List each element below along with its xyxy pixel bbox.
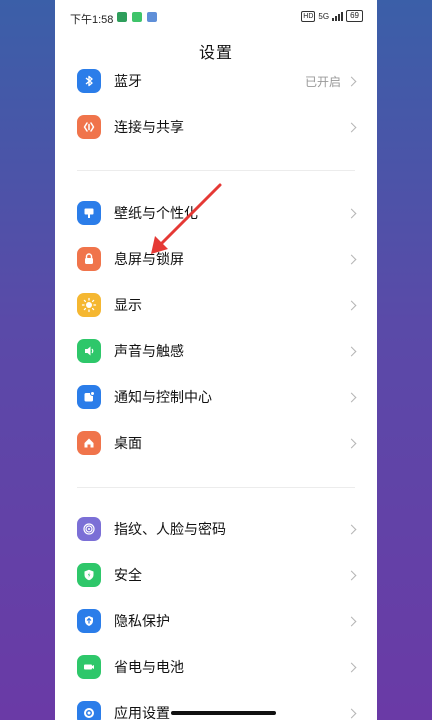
chevron-right-icon [346,438,357,448]
chevron-right-icon [346,76,357,86]
home-icon [77,431,101,455]
battery-icon: 69 [346,10,363,22]
settings-item-label: 蓝牙 [114,74,142,90]
lock-icon [77,247,101,271]
settings-item-desktop[interactable]: 桌面 [55,421,377,465]
settings-item-label: 隐私保护 [114,614,170,630]
settings-item-privacy[interactable]: 隐私保护 [55,599,377,643]
app-settings-icon [77,701,101,720]
settings-item-label: 指纹、人脸与密码 [114,522,226,538]
chevron-right-icon [346,392,357,402]
settings-item-connection[interactable]: 连接与共享 [55,105,377,149]
signal-icon [332,11,344,21]
settings-item-display[interactable]: 显示 [55,283,377,327]
settings-item-bluetooth[interactable]: 蓝牙 已开启 [55,59,377,103]
settings-item-app-settings[interactable]: 应用设置 [55,691,377,720]
settings-item-battery[interactable]: 省电与电池 [55,645,377,689]
group-divider [77,170,355,171]
chevron-right-icon [346,122,357,132]
chevron-right-icon [346,524,357,534]
settings-item-notifications[interactable]: 通知与控制中心 [55,375,377,419]
settings-item-label: 显示 [114,298,142,314]
settings-item-label: 桌面 [114,436,142,452]
connection-icon [77,115,101,139]
settings-screen: 下午1:58 HD 5G 69 设置 蓝牙 已开启 连接与共享 壁纸与个性化 息… [55,0,377,720]
status-time: 下午1:58 [70,14,114,26]
chevron-right-icon [346,254,357,264]
settings-item-label: 安全 [114,568,142,584]
sound-icon [77,339,101,363]
bluetooth-icon [77,69,101,93]
hd-icon: HD [301,10,316,22]
settings-item-value: 已开启 [304,74,341,89]
notification-app-icon [147,12,157,22]
notification-app-icon [132,12,142,22]
settings-item-label: 壁纸与个性化 [114,206,198,222]
settings-item-fingerprint[interactable]: 指纹、人脸与密码 [55,507,377,551]
home-indicator[interactable] [171,711,276,715]
settings-item-wallpaper[interactable]: 壁纸与个性化 [55,191,377,235]
chevron-right-icon [346,708,357,718]
chevron-right-icon [346,300,357,310]
settings-item-label: 连接与共享 [114,120,184,136]
settings-item-label: 应用设置 [114,706,170,720]
settings-item-label: 息屏与锁屏 [114,252,184,268]
sun-icon [77,293,101,317]
battery-saver-icon [77,655,101,679]
settings-item-label: 声音与触感 [114,344,184,360]
chevron-right-icon [346,346,357,356]
notification-icon [77,385,101,409]
chevron-right-icon [346,662,357,672]
settings-item-security[interactable]: 安全 [55,553,377,597]
settings-item-label: 省电与电池 [114,660,184,676]
settings-item-label: 通知与控制中心 [114,390,212,406]
wallpaper-icon [77,201,101,225]
chevron-right-icon [346,208,357,218]
status-bar: 下午1:58 HD 5G 69 [55,0,377,36]
group-divider [77,487,355,488]
chevron-right-icon [346,570,357,580]
notification-app-icon [117,12,127,22]
network-label: 5G [318,11,330,21]
chevron-right-icon [346,616,357,626]
settings-item-sound[interactable]: 声音与触感 [55,329,377,373]
shield-icon [77,563,101,587]
settings-item-lock-screen[interactable]: 息屏与锁屏 [55,237,377,281]
fingerprint-icon [77,517,101,541]
privacy-icon [77,609,101,633]
